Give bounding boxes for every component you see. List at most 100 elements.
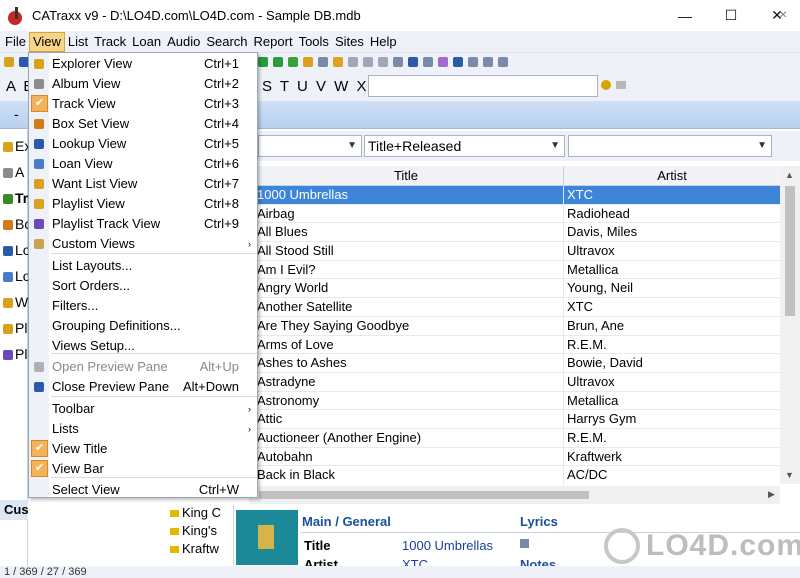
view-menu-item-want-list-view[interactable]: Want List View Ctrl+7 [29,174,257,194]
table-row[interactable]: Another Satellite XTC [249,298,780,317]
menu-search[interactable]: Search [203,32,250,52]
toolbar-find-icon[interactable] [408,57,418,67]
column-header-title[interactable]: Title [249,166,564,186]
grouping-combo[interactable]: ▼ [258,135,362,157]
table-row[interactable]: All Blues Davis, Miles [249,223,780,243]
table-row[interactable]: Back in Black AC/DC [249,466,780,484]
column-header-artist[interactable]: Artist [564,166,780,186]
toolbar-edit-icon[interactable] [303,57,313,67]
toolbar-report-icon[interactable] [438,57,448,67]
toolbar-explorer-icon[interactable] [4,57,14,67]
view-menu-item-open-preview-pane[interactable]: Open Preview Pane Alt+Up [29,357,257,377]
view-menu-item-playlist-track-view[interactable]: Playlist Track View Ctrl+9 [29,214,257,234]
edit-lyrics-icon[interactable] [520,539,529,548]
view-menu-item-sort-orders[interactable]: Sort Orders... [29,276,257,296]
menu-sites[interactable]: Sites [332,32,367,52]
toolbar-check-icon[interactable] [288,57,298,67]
explorer-item-album[interactable]: A [3,164,28,180]
view-menu-item-filters[interactable]: Filters... [29,296,257,316]
view-menu-item-custom-views[interactable]: Custom Views › [29,234,257,254]
main-general-header[interactable]: Main / General [302,514,391,529]
menu-report[interactable]: Report [251,32,296,52]
table-row[interactable]: Airbag Radiohead [249,204,780,224]
view-menu-item-lists[interactable]: Lists › [29,419,257,439]
search-options-icon[interactable] [616,81,626,89]
view-menu-item-box-set-view[interactable]: Box Set View Ctrl+4 [29,114,257,134]
toolbar-back-icon[interactable] [348,57,358,67]
tree-item[interactable]: King C [170,505,221,520]
table-row[interactable]: Attic Harrys Gym [249,410,780,429]
menu-help[interactable]: Help [367,32,400,52]
explorer-item-wantlist[interactable]: W [3,294,28,310]
table-row[interactable]: Ashes to Ashes Bowie, David [249,354,780,373]
filter-combo[interactable]: ▼ [568,135,772,157]
collapse-toggle[interactable]: - [14,106,19,122]
view-menu-item-toolbar[interactable]: Toolbar › [29,399,257,419]
view-menu-item-playlist-view[interactable]: Playlist View Ctrl+8 [29,194,257,214]
toolbar-grid-icon[interactable] [318,57,328,67]
menu-view[interactable]: View [28,31,65,52]
menu-track[interactable]: Track [91,32,129,52]
lyrics-header[interactable]: Lyrics [520,514,558,529]
toolbar-copy-icon[interactable] [393,57,403,67]
explorer-item-track[interactable]: Tr [3,190,28,206]
menu-loan[interactable]: Loan [129,32,164,52]
explorer-item-loan[interactable]: Lo [3,268,28,284]
menu-tools[interactable]: Tools [296,32,332,52]
quick-search-input[interactable] [368,75,598,97]
clear-filter-icon[interactable]: ✕ [779,10,787,21]
explorer-item-boxset[interactable]: Bo [3,216,28,232]
scroll-right-icon[interactable]: ▶ [768,489,775,500]
view-menu-item-list-layouts[interactable]: List Layouts... [29,256,257,276]
tree-item[interactable]: Kraftw [170,541,219,556]
table-row[interactable]: Autobahn Kraftwerk [249,447,780,467]
toolbar-print-icon[interactable] [423,57,433,67]
close-button[interactable]: ✕ [754,0,800,31]
table-row[interactable]: Auctioneer (Another Engine) R.E.M. [249,428,780,448]
tree-item[interactable]: King's [170,523,217,538]
scroll-thumb[interactable] [785,186,795,316]
view-menu-item-album-view[interactable]: Album View Ctrl+2 [29,74,257,94]
toolbar-table-icon[interactable] [483,57,493,67]
view-menu-item-track-view[interactable]: ✔ Track View Ctrl+3 [29,94,257,114]
table-row[interactable]: All Stood Still Ultravox [249,242,780,261]
scroll-down-icon[interactable]: ▼ [785,470,794,480]
maximize-button[interactable]: ☐ [708,0,754,31]
table-row[interactable]: Astronomy Metallica [249,391,780,411]
view-menu-item-loan-view[interactable]: Loan View Ctrl+6 [29,154,257,174]
table-row[interactable]: Angry World Young, Neil [249,279,780,299]
view-menu-item-explorer-view[interactable]: Explorer View Ctrl+1 [29,54,257,74]
table-row[interactable]: Am I Evil? Metallica [249,260,780,280]
table-row[interactable]: Are They Saying Goodbye Brun, Ane [249,316,780,336]
toolbar-next-icon[interactable] [273,57,283,67]
toolbar-picture-icon[interactable] [453,57,463,67]
toolbar-key-icon[interactable] [333,57,343,67]
menu-file[interactable]: File [2,32,29,52]
toolbar-sum-icon[interactable] [468,57,478,67]
menu-list[interactable]: List [65,32,91,52]
sort-order-combo[interactable]: Title+Released ▼ [364,135,565,157]
toolbar-play-icon[interactable] [258,57,268,67]
vertical-scrollbar[interactable]: ▲ ▼ [780,166,800,484]
toolbar-settings-icon[interactable] [498,57,508,67]
view-menu-item-view-bar[interactable]: ✔ View Bar [29,459,257,479]
explorer-item-playlist[interactable]: Pl [3,320,28,336]
table-row[interactable]: Arms of Love R.E.M. [249,335,780,355]
custom-views-tab[interactable]: Cus [0,500,28,520]
toolbar-up-icon[interactable] [378,57,388,67]
minimize-button[interactable]: — [662,0,708,31]
menu-audio[interactable]: Audio [164,32,203,52]
horizontal-scrollbar[interactable] [249,486,780,504]
hscroll-thumb[interactable] [259,491,589,499]
toolbar-forward-icon[interactable] [363,57,373,67]
scroll-up-icon[interactable]: ▲ [785,170,794,180]
view-menu-item-view-title[interactable]: ✔ View Title [29,439,257,459]
explorer-item-explorer[interactable]: Ex [3,138,28,154]
view-menu-item-select-view[interactable]: Select View Ctrl+W [29,480,257,500]
view-menu-item-close-preview-pane[interactable]: Close Preview Pane Alt+Down [29,377,257,397]
table-row[interactable]: 1000 Umbrellas XTC [249,186,780,205]
table-row[interactable]: Astradyne Ultravox [249,372,780,392]
view-menu-item-grouping-definitions[interactable]: Grouping Definitions... [29,316,257,336]
search-go-icon[interactable] [601,80,611,90]
view-menu-item-lookup-view[interactable]: Lookup View Ctrl+5 [29,134,257,154]
